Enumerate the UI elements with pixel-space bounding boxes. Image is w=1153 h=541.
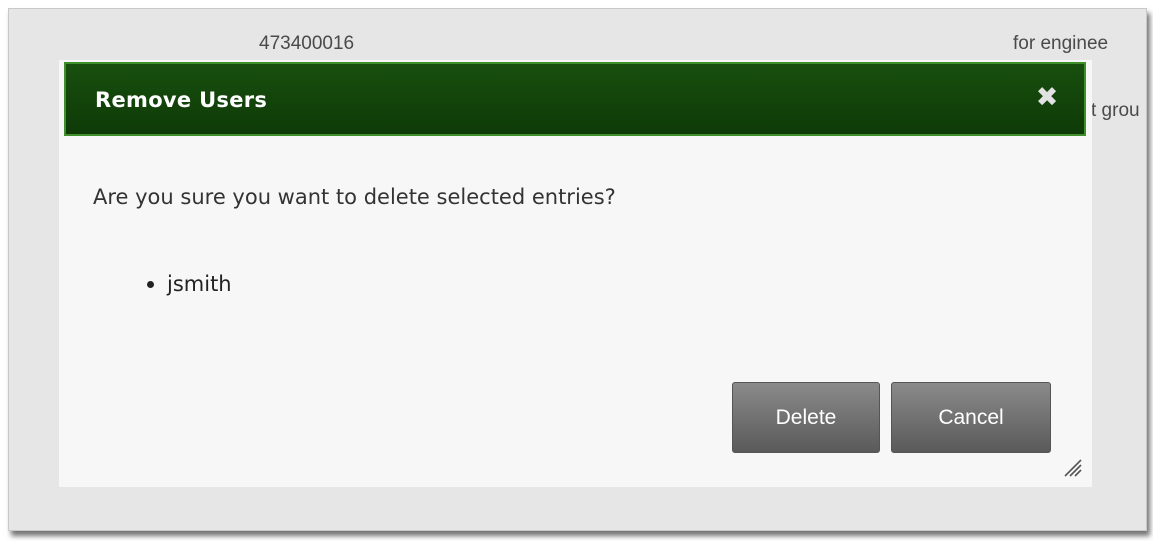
entries-list: jsmith (147, 272, 232, 296)
screenshot-frame: 473400016 for enginee t grou Remove User… (8, 8, 1147, 531)
confirm-message: Are you sure you want to delete selected… (93, 185, 616, 209)
dialog-titlebar[interactable]: Remove Users ✖ (64, 62, 1086, 136)
background-row-id: 473400016 (259, 33, 355, 54)
delete-button[interactable]: Delete (732, 382, 880, 453)
background-row-group: t grou (1091, 100, 1140, 121)
entry-label: jsmith (167, 272, 232, 296)
background-row-description: for enginee (1013, 33, 1109, 54)
dialog-title: Remove Users (95, 88, 268, 112)
close-icon[interactable]: ✖ (1034, 83, 1060, 113)
bullet-icon (147, 280, 154, 288)
cancel-button[interactable]: Cancel (891, 382, 1051, 453)
resize-grip-icon[interactable] (1060, 455, 1082, 477)
remove-users-dialog: Remove Users ✖ Are you sure you want to … (59, 59, 1092, 487)
list-item: jsmith (147, 272, 232, 296)
